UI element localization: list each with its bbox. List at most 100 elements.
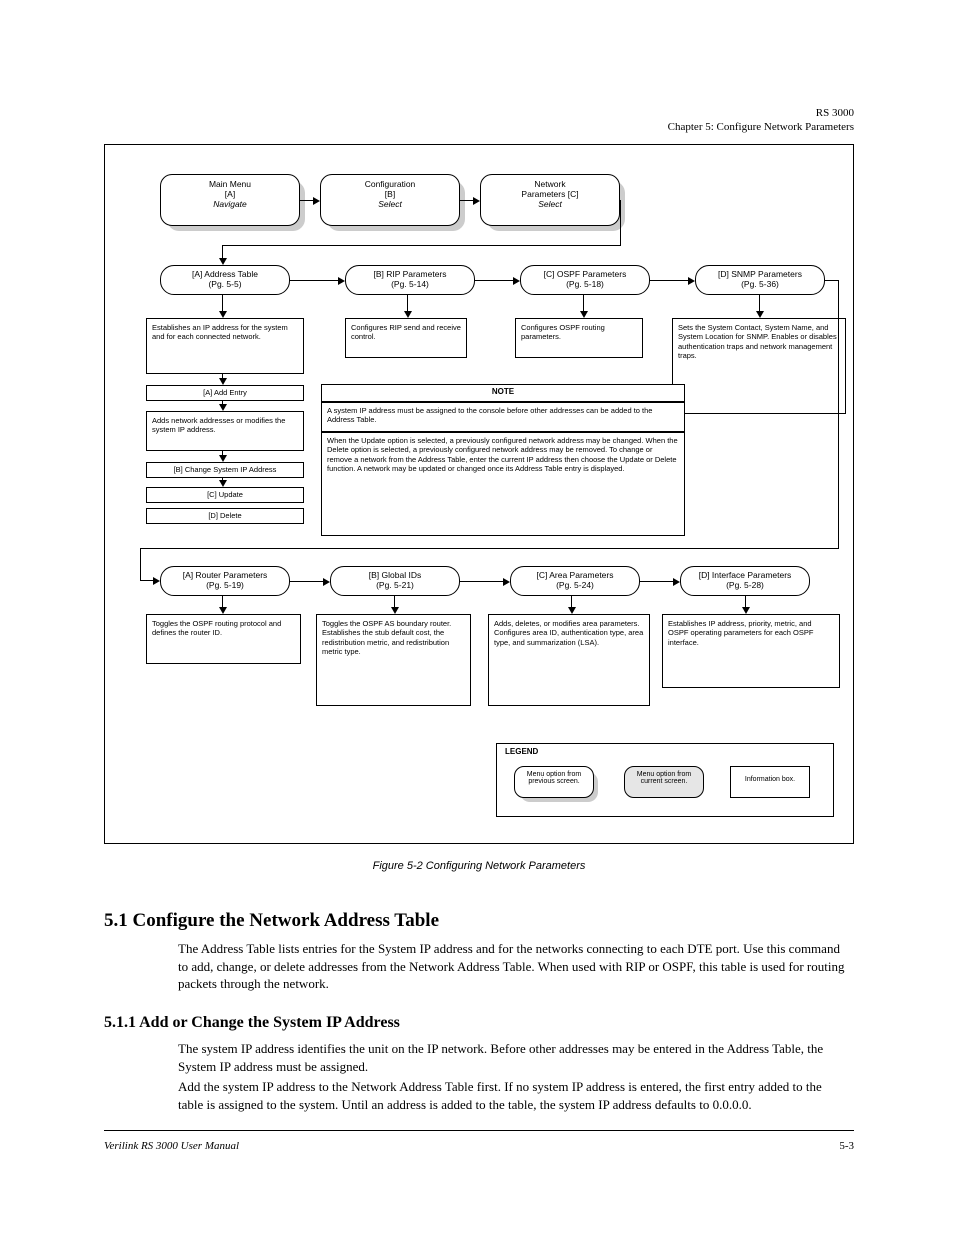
box-conf-l3: Select	[327, 199, 453, 209]
legend-title: LEGEND	[505, 747, 538, 756]
menu-addr-txt: [A] Address Table (Pg. 5-5)	[192, 269, 258, 289]
s4-txt: [D] Delete	[208, 511, 241, 520]
menu-router: [A] Router Parameters (Pg. 5-19)	[160, 566, 290, 596]
conn-net-h	[222, 245, 621, 246]
box-net-l2: Parameters [C]	[487, 189, 613, 199]
hdr-product: RS 3000	[668, 106, 854, 120]
arrow-snmp-d	[756, 295, 764, 318]
arrow-addr-s1	[219, 374, 227, 385]
menu-ospf: [C] OSPF Parameters (Pg. 5-18)	[520, 265, 650, 295]
i2-area-txt: Adds, deletes, or modifies area paramete…	[494, 619, 643, 647]
slim-add-entry: [A] Add Entry	[146, 385, 304, 401]
arrow-r2-c	[640, 578, 680, 586]
arrow-ospf-d	[580, 295, 588, 318]
arrow-addr-i2	[219, 401, 227, 411]
note-title: NOTE	[321, 384, 685, 402]
legend-info: Information box.	[730, 766, 810, 798]
arrow-rip-d	[404, 295, 412, 318]
conn-net-down	[620, 200, 621, 245]
note-sub: A system IP address must be assigned to …	[321, 402, 685, 432]
slim-delete: [D] Delete	[146, 508, 304, 524]
section-5-1-head: 5.1 Configure the Network Address Table	[104, 910, 439, 932]
arrow-addr-d	[219, 295, 227, 318]
i2-ids-txt: Toggles the OSPF AS boundary router. Est…	[322, 619, 451, 656]
legend-curr: Menu option from current screen.	[624, 766, 704, 798]
info-rip-txt: Configures RIP send and receive control.	[351, 323, 461, 341]
conn-row2-h	[140, 548, 839, 549]
box-main-l1: Main Menu	[167, 179, 293, 189]
slim-update: [C] Update	[146, 487, 304, 503]
arrow-addr-s3	[219, 478, 227, 487]
box-main-l2: [A]	[167, 189, 293, 199]
arrow-intf-d	[742, 596, 750, 614]
section-5-1-1-p2: Add the system IP address to the Network…	[178, 1078, 850, 1113]
arrow-r1-c	[650, 277, 695, 285]
menu-global-ids: [B] Global IDs (Pg. 5-21)	[330, 566, 460, 596]
leg3-txt: Information box.	[745, 776, 795, 783]
note-sub-txt: A system IP address must be assigned to …	[327, 406, 652, 424]
info-ospf: Configures OSPF routing parameters.	[515, 318, 643, 358]
box-net-l3: Select	[487, 199, 613, 209]
box-configuration: Configuration [B] Select	[320, 174, 460, 226]
s2-txt: [B] Change System IP Address	[174, 465, 277, 474]
menu-snmp: [D] SNMP Parameters (Pg. 5-36)	[695, 265, 825, 295]
arrow-ids-d	[391, 596, 399, 614]
info-rip: Configures RIP send and receive control.	[345, 318, 467, 358]
hdr-chapter: Chapter 5: Configure Network Parameters	[668, 120, 854, 134]
box-network: Network Parameters [C] Select	[480, 174, 620, 226]
section-5-1-1-p1: The system IP address identifies the uni…	[178, 1040, 848, 1075]
menu-rip-txt: [B] RIP Parameters (Pg. 5-14)	[373, 269, 446, 289]
section-5-1-1-head: 5.1.1 Add or Change the System IP Addres…	[104, 1014, 400, 1032]
leg2-txt: Menu option from current screen.	[637, 771, 691, 785]
arrow-conf-net	[460, 197, 480, 205]
menu-rip: [B] RIP Parameters (Pg. 5-14)	[345, 265, 475, 295]
info-ospf-txt: Configures OSPF routing parameters.	[521, 323, 605, 341]
arrow-row2-in	[140, 577, 160, 585]
figure-caption: Figure 5-2 Configuring Network Parameter…	[104, 860, 854, 872]
conn-snmp-down	[838, 280, 839, 548]
i2-intf-txt: Establishes IP address, priority, metric…	[668, 619, 813, 647]
box-main-l3: Navigate	[167, 199, 293, 209]
footer-right: 5-3	[839, 1140, 854, 1152]
s1-txt: [A] Add Entry	[203, 388, 247, 397]
info-router: Toggles the OSPF routing protocol and de…	[146, 614, 301, 664]
m2-rtr-txt: [A] Router Parameters (Pg. 5-19)	[183, 570, 268, 590]
note-body: When the Update option is selected, a pr…	[321, 432, 685, 536]
m2-intf-txt: [D] Interface Parameters (Pg. 5-28)	[699, 570, 792, 590]
arrow-addr-s2	[219, 451, 227, 462]
m2-area-txt: [C] Area Parameters (Pg. 5-24)	[536, 570, 613, 590]
arrow-net-addr	[219, 245, 227, 265]
arrow-r2-b	[460, 578, 510, 586]
arrow-r2-a	[290, 578, 330, 586]
info-addr-txt: Establishes an IP address for the system…	[152, 323, 288, 341]
arrow-main-conf	[300, 197, 320, 205]
info-area: Adds, deletes, or modifies area paramete…	[488, 614, 650, 706]
info-interface: Establishes IP address, priority, metric…	[662, 614, 840, 688]
note-body-txt: When the Update option is selected, a pr…	[327, 436, 678, 473]
info-address: Establishes an IP address for the system…	[146, 318, 304, 374]
footer-rule	[104, 1130, 854, 1131]
arrow-r1-a	[290, 277, 345, 285]
conn-row2-v	[140, 548, 141, 580]
s3-txt: [C] Update	[207, 490, 243, 499]
conn-snmp-out	[825, 280, 839, 281]
arrow-r1-b	[475, 277, 520, 285]
menu-snmp-txt: [D] SNMP Parameters (Pg. 5-36)	[718, 269, 802, 289]
slim-change-ip: [B] Change System IP Address	[146, 462, 304, 478]
footer-left: Verilink RS 3000 User Manual	[104, 1140, 239, 1152]
menu-address-table: [A] Address Table (Pg. 5-5)	[160, 265, 290, 295]
leg1-txt: Menu option from previous screen.	[527, 771, 581, 785]
arrow-rtr-d	[219, 596, 227, 614]
info-addr2: Adds network addresses or modifies the s…	[146, 411, 304, 451]
info-globalids: Toggles the OSPF AS boundary router. Est…	[316, 614, 471, 706]
menu-ospf-txt: [C] OSPF Parameters (Pg. 5-18)	[544, 269, 627, 289]
menu-interface: [D] Interface Parameters (Pg. 5-28)	[680, 566, 810, 596]
arrow-area-d	[568, 596, 576, 614]
box-conf-l2: [B]	[327, 189, 453, 199]
box-net-l1: Network	[487, 179, 613, 189]
i-addr2-txt: Adds network addresses or modifies the s…	[152, 416, 285, 434]
note-title-txt: NOTE	[492, 387, 514, 396]
info-snmp-txt: Sets the System Contact, System Name, an…	[678, 323, 837, 360]
box-main-menu: Main Menu [A] Navigate	[160, 174, 300, 226]
box-conf-l1: Configuration	[327, 179, 453, 189]
